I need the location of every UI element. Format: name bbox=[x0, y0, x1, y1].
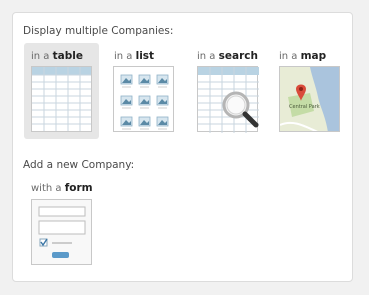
companies-panel: Display multiple Companies: in a table i… bbox=[12, 12, 353, 282]
table-thumbnail-icon bbox=[31, 66, 92, 132]
add-heading: Add a new Company: bbox=[23, 159, 135, 171]
option-form-label: with a form bbox=[31, 182, 93, 194]
form-thumbnail-icon bbox=[31, 199, 92, 265]
option-list-label: in a list bbox=[114, 50, 155, 62]
search-thumbnail-icon bbox=[197, 66, 259, 133]
checkbox-icon bbox=[39, 238, 48, 247]
option-search-label: in a search bbox=[197, 50, 258, 62]
option-map-label: in a map bbox=[279, 50, 327, 62]
list-thumbnail-icon bbox=[113, 66, 174, 132]
magnifier-icon bbox=[222, 91, 259, 128]
option-table-label: in a table bbox=[31, 50, 83, 62]
map-label: Central Park bbox=[289, 104, 320, 110]
display-heading: Display multiple Companies: bbox=[23, 25, 174, 37]
map-thumbnail-icon bbox=[279, 66, 340, 132]
